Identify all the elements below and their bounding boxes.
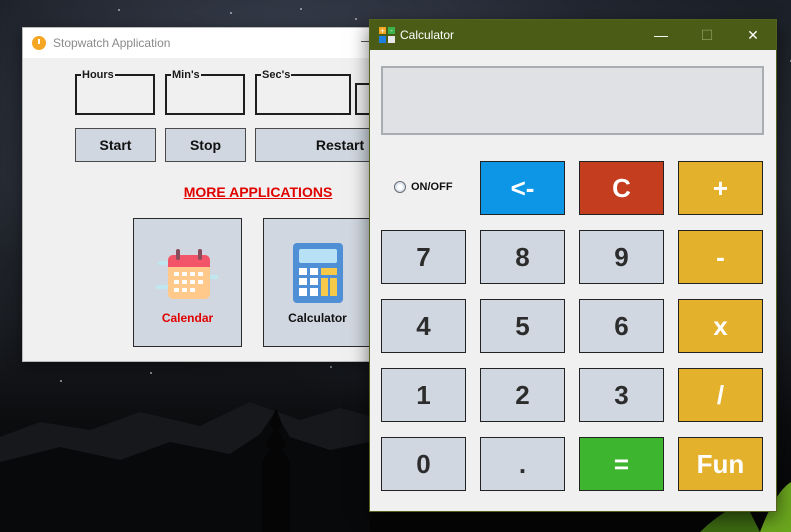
- fun-button[interactable]: Fun: [678, 437, 763, 491]
- more-applications-link[interactable]: MORE APPLICATIONS: [23, 184, 381, 200]
- divide-button[interactable]: /: [678, 368, 763, 422]
- calendar-app-button[interactable]: Calendar: [133, 218, 242, 347]
- digit-4-button[interactable]: 4: [381, 299, 466, 353]
- calendar-app-label: Calendar: [161, 311, 214, 325]
- stop-button[interactable]: Stop: [165, 128, 246, 162]
- onoff-label: ON/OFF: [411, 181, 453, 193]
- star: [230, 12, 232, 14]
- digit-7-button[interactable]: 7: [381, 230, 466, 284]
- stopwatch-icon: [32, 36, 46, 50]
- digit-6-button[interactable]: 6: [579, 299, 664, 353]
- star: [355, 18, 357, 20]
- digit-0-button[interactable]: 0: [381, 437, 466, 491]
- calculator-app-icon: + -: [379, 27, 395, 43]
- calculator-display: [381, 66, 764, 135]
- plus-button[interactable]: +: [678, 161, 763, 215]
- equals-button[interactable]: =: [579, 437, 664, 491]
- hours-field[interactable]: Hours: [75, 68, 155, 115]
- star: [300, 8, 302, 10]
- decimal-point-button[interactable]: .: [480, 437, 565, 491]
- calculator-icon: [293, 243, 343, 303]
- hours-label: Hours: [81, 68, 115, 82]
- star: [118, 9, 120, 11]
- calculator-app-button[interactable]: Calculator: [263, 218, 372, 347]
- maximize-button[interactable]: ☐: [684, 20, 730, 50]
- onoff-radio[interactable]: [394, 181, 406, 193]
- minutes-label: Min's: [171, 68, 201, 82]
- calculator-titlebar[interactable]: + - Calculator — ☐ ✕: [370, 20, 776, 50]
- calculator-title: Calculator: [400, 28, 455, 42]
- digit-2-button[interactable]: 2: [480, 368, 565, 422]
- stopwatch-window: Stopwatch Application Hours Min's Sec's …: [22, 27, 382, 362]
- svg-text:+: +: [380, 27, 386, 35]
- backspace-button[interactable]: <-: [480, 161, 565, 215]
- close-button[interactable]: ✕: [730, 20, 776, 50]
- start-button[interactable]: Start: [75, 128, 156, 162]
- minus-button[interactable]: -: [678, 230, 763, 284]
- seconds-field[interactable]: Sec's: [255, 68, 351, 115]
- calculator-app-label: Calculator: [288, 311, 347, 325]
- digit-8-button[interactable]: 8: [480, 230, 565, 284]
- digit-1-button[interactable]: 1: [381, 368, 466, 422]
- clear-button[interactable]: C: [579, 161, 664, 215]
- minimize-icon[interactable]: [361, 41, 369, 42]
- digit-5-button[interactable]: 5: [480, 299, 565, 353]
- restart-button[interactable]: Restart: [255, 128, 381, 162]
- minutes-field[interactable]: Min's: [165, 68, 245, 115]
- digit-3-button[interactable]: 3: [579, 368, 664, 422]
- stopwatch-title: Stopwatch Application: [53, 36, 171, 50]
- stopwatch-titlebar[interactable]: Stopwatch Application: [23, 28, 381, 58]
- multiply-button[interactable]: x: [678, 299, 763, 353]
- seconds-label: Sec's: [261, 68, 292, 82]
- onoff-toggle[interactable]: ON/OFF: [394, 181, 453, 193]
- digit-9-button[interactable]: 9: [579, 230, 664, 284]
- minimize-button[interactable]: —: [638, 20, 684, 50]
- calendar-icon: [156, 249, 218, 299]
- calculator-window: + - Calculator — ☐ ✕ ON/OFF <- C + 7 8 9…: [369, 19, 777, 512]
